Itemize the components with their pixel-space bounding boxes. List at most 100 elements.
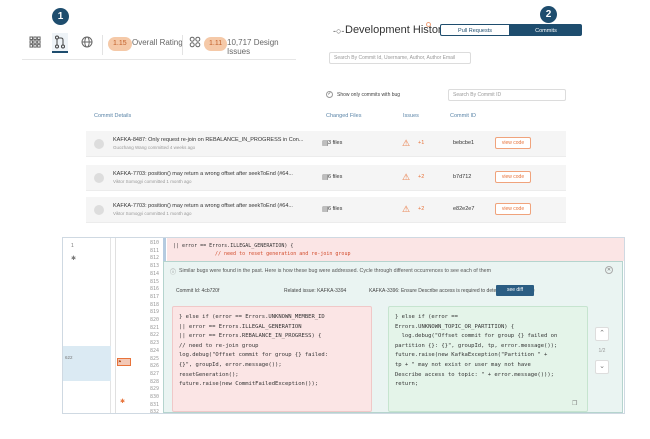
issue-count: +1 xyxy=(418,140,425,146)
warning-icon: ✱ xyxy=(120,399,126,405)
line-number: 825 xyxy=(149,355,159,362)
callout-marker-1: 1 xyxy=(52,8,69,25)
table-row[interactable]: KAFKA-7703: position() may return a wron… xyxy=(86,197,566,223)
gutter-divider xyxy=(115,238,116,413)
info-dot-icon xyxy=(426,22,431,27)
line-number: 812 xyxy=(149,255,159,262)
line-number: 822 xyxy=(149,332,159,339)
tab-commits[interactable]: Commits xyxy=(510,24,582,36)
close-icon[interactable]: ✕ xyxy=(605,266,613,274)
line-number: 826 xyxy=(149,363,159,370)
commit-id: e82e2e7 xyxy=(453,206,475,212)
bug-icon: ✱ xyxy=(71,256,77,262)
bug-marker[interactable]: ⚑ xyxy=(117,358,131,366)
line-number: 827 xyxy=(149,370,159,377)
show-bugs-checkbox[interactable]: ✓ xyxy=(326,91,333,98)
table-row[interactable]: KAFKA-8487: Only request re-join on REBA… xyxy=(86,131,566,157)
header-issues: Issues xyxy=(403,113,419,119)
avatar xyxy=(94,139,104,149)
issues-badge: 1.11 xyxy=(204,37,228,51)
similar-commit-id: Commit Id: 4cb720f xyxy=(176,288,220,294)
code-line: log.debug("Offset commit for group {} fa… xyxy=(395,333,558,340)
view-code-button[interactable]: view code xyxy=(495,203,531,215)
fixed-code-block: } else if (error == Errors.UNKNOWN_TOPIC_… xyxy=(388,306,588,412)
commit-id: bebcbe1 xyxy=(453,140,475,146)
gutter-number: 1 xyxy=(71,243,74,249)
copy-icon[interactable]: ❐ xyxy=(572,400,577,407)
commit-message: KAFKA-8487: Only request re-join on REBA… xyxy=(113,137,304,143)
view-code-button[interactable]: view code xyxy=(495,171,531,183)
line-number: 814 xyxy=(149,270,159,277)
related-issue: Related issue: KAFKA-3394 xyxy=(284,288,347,294)
line-number: 830 xyxy=(149,394,159,401)
code-line: // need to re-join group xyxy=(179,342,259,349)
removed-lines-block xyxy=(167,238,624,261)
code-line: Errors.UNKNOWN_TOPIC_OR_PARTITION) { xyxy=(395,323,515,330)
history-title: Development History xyxy=(345,24,448,36)
line-number: 815 xyxy=(149,278,159,285)
table-row[interactable]: KAFKA-7703: position() may return a wron… xyxy=(86,165,566,191)
header-changed-files: Changed Files xyxy=(326,113,362,119)
line-number: 811 xyxy=(149,247,159,254)
line-number: 828 xyxy=(149,378,159,385)
grid-icon[interactable] xyxy=(28,36,42,50)
code-line: log.debug("Offset commit for group {} fa… xyxy=(179,352,329,359)
info-icon: ⓘ xyxy=(170,270,177,276)
code-line: } else if (error == Errors.UNKNOWN_MEMBE… xyxy=(179,314,325,320)
design-issues-icon xyxy=(188,36,202,50)
view-code-button[interactable]: view code xyxy=(495,137,531,149)
occurrence-pager: 1/2 xyxy=(598,348,606,354)
code-line: return; xyxy=(395,381,419,388)
gutter-number: 622 xyxy=(65,355,73,360)
code-line: partition {}: {}", groupId, tp, error.me… xyxy=(395,342,558,349)
tab-pull-requests[interactable]: Pull Requests xyxy=(440,24,510,36)
code-line: } else if (error == xyxy=(395,314,458,320)
next-occurrence-button[interactable]: ⌄ xyxy=(595,360,609,374)
commit-meta: Viktor Somogyi committed 1 month ago xyxy=(113,179,192,184)
design-issues-label: 10,717 Design Issues xyxy=(227,38,279,56)
commit-message: KAFKA-7703: position() may return a wron… xyxy=(113,203,293,209)
globe-icon[interactable] xyxy=(80,36,94,50)
avatar xyxy=(94,205,104,215)
callout-marker-2: 2 xyxy=(540,6,557,23)
code-line: future.raise(new KafkaException("Partiti… xyxy=(395,352,548,359)
rating-badge: 1.15 xyxy=(108,37,132,51)
code-viewer: 1 ✱ 622 ⚑ ✱ 810 811 812 813 814 815 816 817 818 8… xyxy=(62,237,625,414)
line-number: 818 xyxy=(149,301,159,308)
line-number: 823 xyxy=(149,340,159,347)
code-line: // need to reset generation and re-join … xyxy=(215,251,351,257)
commit-meta: Viktor Somogyi committed 1 month ago xyxy=(113,211,192,216)
avatar xyxy=(94,173,104,183)
code-line: future.raise(new CommitFailedException()… xyxy=(179,381,319,388)
similar-bugs-banner: Similar bugs were found in the past. Her… xyxy=(179,268,492,274)
line-number: 813 xyxy=(149,263,159,270)
warning-icon: ⚠ xyxy=(402,172,411,182)
line-number: 829 xyxy=(149,386,159,393)
commit-id: b7d712 xyxy=(453,174,472,180)
warning-icon: ⚠ xyxy=(402,204,411,214)
toolbar-divider xyxy=(182,35,183,55)
commit-id-search-input[interactable]: Search By Commit ID xyxy=(448,89,566,101)
analysis-toolbar: 1.15 Overall Rating 1.11 10,717 Design I… xyxy=(22,30,296,60)
line-number: 819 xyxy=(149,309,159,316)
line-number: 821 xyxy=(149,324,159,331)
similar-bugs-panel: ⓘ Similar bugs were found in the past. H… xyxy=(163,261,623,413)
commit-message: KAFKA-7703: position() may return a wron… xyxy=(113,171,293,177)
previous-occurrence-button[interactable]: ⌃ xyxy=(595,327,609,341)
line-number: 832 xyxy=(149,409,159,414)
toolbar-divider xyxy=(102,35,103,55)
file-minimap: 1 ✱ 622 xyxy=(63,238,111,413)
code-line: || error == Errors.ILLEGAL_GENERATION) { xyxy=(173,243,294,249)
warning-icon: ⚠ xyxy=(402,138,411,148)
line-number: 810 xyxy=(149,240,159,246)
header-commit-id: Commit ID xyxy=(450,113,476,119)
commit-search-input[interactable]: Search By Commit Id, Username, Author, A… xyxy=(329,52,471,64)
code-line: resetGeneration(); xyxy=(179,371,239,378)
git-branch-icon[interactable] xyxy=(52,33,68,53)
commit-meta: Guozhang Wang committed 4 weeks ago xyxy=(113,145,196,150)
header-commit-details: Commit Details xyxy=(94,113,132,119)
code-line: Describe access to topic: " + error.mess… xyxy=(395,371,554,378)
minimap-viewport[interactable] xyxy=(63,346,111,381)
line-number: 817 xyxy=(149,293,159,300)
see-diff-button[interactable]: see diff xyxy=(496,285,534,296)
